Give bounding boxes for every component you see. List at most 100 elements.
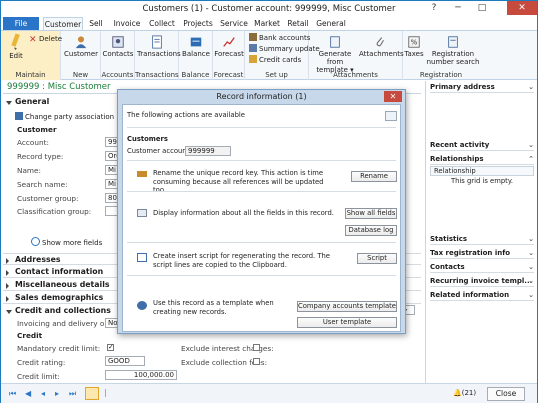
show-all-fields-button[interactable]: Show all fields [345, 208, 397, 219]
previous-page-icon[interactable]: ◀ [25, 389, 31, 398]
rename-button[interactable]: Rename [351, 171, 397, 182]
factbox-primary-address[interactable]: Primary address ⌄ [430, 81, 534, 93]
label-customer-group: Customer group: [17, 194, 79, 203]
maximize-button[interactable]: □ [471, 1, 493, 15]
record-information-dialog: Record information (1) ✕ The following a… [117, 89, 406, 334]
close-button[interactable]: Close [487, 387, 525, 401]
attachments-button[interactable]: Attachments [359, 35, 404, 58]
notification-count[interactable]: 🔔(21) [453, 389, 476, 397]
factbox-relationships[interactable]: Relationships ⌃ [430, 153, 534, 165]
delete-button[interactable]: ✕ Delete [29, 34, 62, 45]
tab-collect[interactable]: Collect [147, 17, 177, 30]
group-label-new: New [72, 71, 89, 79]
close-window-button[interactable]: ✕ [507, 1, 537, 15]
bank-accounts-label: Bank accounts [259, 34, 311, 42]
user-template-button[interactable]: User template [297, 317, 397, 328]
tab-sell[interactable]: Sell [85, 17, 107, 30]
change-party-button[interactable]: Change party association [15, 112, 114, 122]
tax-registration-title: Tax registration info [430, 249, 511, 257]
transactions-button[interactable]: Transactions [137, 35, 181, 58]
exclude-fees-checkbox[interactable] [253, 358, 260, 365]
status-divider [105, 389, 135, 397]
contacts-button[interactable]: Contacts [102, 35, 134, 58]
separator [127, 160, 396, 161]
label-classification-group: Classification group: [17, 207, 92, 216]
tab-file[interactable]: File [3, 17, 39, 30]
credit-cards-label: Credit cards [259, 56, 302, 64]
chevron-icon: ⌄ [528, 249, 534, 257]
chevron-icon: ⌄ [528, 83, 534, 91]
company-accounts-template-button[interactable]: Company accounts template [297, 301, 397, 312]
edit-label: Edit [9, 52, 23, 60]
label-name: Name: [17, 166, 41, 175]
status-bar: ⏮ ◀ ◂ ▸ ⏭ 🔔(21) Close [1, 383, 537, 403]
new-customer-label: Customer [64, 50, 99, 58]
tab-retail[interactable]: Retail [285, 17, 311, 30]
edit-button[interactable]: Edit [5, 33, 27, 60]
window-title: Customers (1) - Customer account: 999999… [142, 4, 396, 14]
tab-service[interactable]: Service [219, 17, 249, 30]
new-customer-button[interactable]: Customer [64, 35, 98, 58]
database-log-button[interactable]: Database log [345, 225, 397, 236]
tab-invoice[interactable]: Invoice [111, 17, 143, 30]
relationship-column-header: Relationship [430, 166, 534, 176]
bank-accounts-button[interactable]: Bank accounts [249, 33, 310, 43]
label-credit-rating: Credit rating: [17, 358, 66, 367]
script-icon [137, 253, 147, 262]
tab-projects[interactable]: Projects [181, 17, 215, 30]
separator [127, 127, 396, 128]
factbox-related-information[interactable]: Related information ⌄ [430, 289, 534, 301]
separator [127, 242, 396, 243]
balance-button[interactable]: Balance [180, 35, 212, 58]
group-balance: Balance Balance [179, 31, 213, 80]
tab-customer[interactable]: Customer [43, 17, 83, 31]
title-bar: Customers (1) - Customer account: 999999… [1, 1, 537, 17]
group-new: Customer New [61, 31, 101, 80]
script-button[interactable]: Script [357, 253, 397, 264]
taxes-button[interactable]: % Taxes [403, 35, 425, 58]
factbox-recurring-invoice[interactable]: Recurring invoice templ... ⌄ [430, 275, 534, 287]
separator [127, 275, 396, 276]
factbox-contacts[interactable]: Contacts ⌄ [430, 261, 534, 273]
last-record-icon[interactable]: ⏭ [69, 389, 76, 399]
generate-template-button[interactable]: Generate from template ▾ [311, 35, 359, 74]
credit-cards-button[interactable]: Credit cards [249, 55, 301, 65]
registration-search-button[interactable]: Registration number search [425, 35, 481, 66]
party-icon [15, 112, 23, 120]
dialog-close-button[interactable]: ✕ [384, 91, 402, 102]
dialog-intro: The following actions are available [127, 111, 245, 119]
factbox-tax-registration[interactable]: Tax registration info ⌄ [430, 247, 534, 259]
next-record-icon[interactable]: ▸ [55, 389, 59, 398]
dialog-title: Record information (1) [216, 92, 307, 101]
mandatory-credit-checkbox[interactable]: ✓ [107, 344, 114, 351]
balance-label: Balance [182, 50, 210, 58]
factbox-statistics[interactable]: Statistics ⌄ [430, 233, 534, 245]
tab-general[interactable]: General [315, 17, 347, 30]
notification-count-label: (21) [461, 389, 477, 397]
exclude-interest-checkbox[interactable] [253, 344, 260, 351]
edit-mode-icon[interactable] [85, 387, 99, 400]
svg-text:%: % [411, 39, 418, 47]
group-label-attachments: Attachments [333, 71, 378, 79]
credit-card-icon [249, 55, 257, 63]
factbox-recent-activity[interactable]: Recent activity ⌄ [430, 139, 534, 151]
chevron-icon: ⌄ [528, 291, 534, 299]
recent-activity-title: Recent activity [430, 141, 490, 149]
tab-market[interactable]: Market [253, 17, 281, 30]
minimize-button[interactable]: ─ [447, 1, 469, 15]
fields-description: Display information about all the fields… [153, 209, 334, 217]
first-record-icon[interactable]: ⏮ [9, 389, 16, 399]
previous-record-icon[interactable]: ◂ [41, 389, 45, 398]
forecast-button[interactable]: Forecast [213, 35, 245, 58]
taxes-icon: % [408, 36, 420, 48]
summary-icon [249, 44, 257, 52]
group-forecast: Forecast Forecast [213, 31, 245, 80]
label-search-name: Search name: [17, 180, 68, 189]
show-more-fields-button[interactable]: Show more fields [31, 237, 102, 247]
help-button[interactable]: ? [423, 1, 445, 15]
credit-limit-field[interactable]: 100,000.00 [105, 370, 177, 380]
credit-rating-field[interactable]: GOOD [105, 356, 145, 366]
group-label-registration: Registration [419, 71, 463, 79]
recurring-invoice-title: Recurring invoice templ... [430, 277, 533, 285]
bank-icon [249, 33, 257, 41]
